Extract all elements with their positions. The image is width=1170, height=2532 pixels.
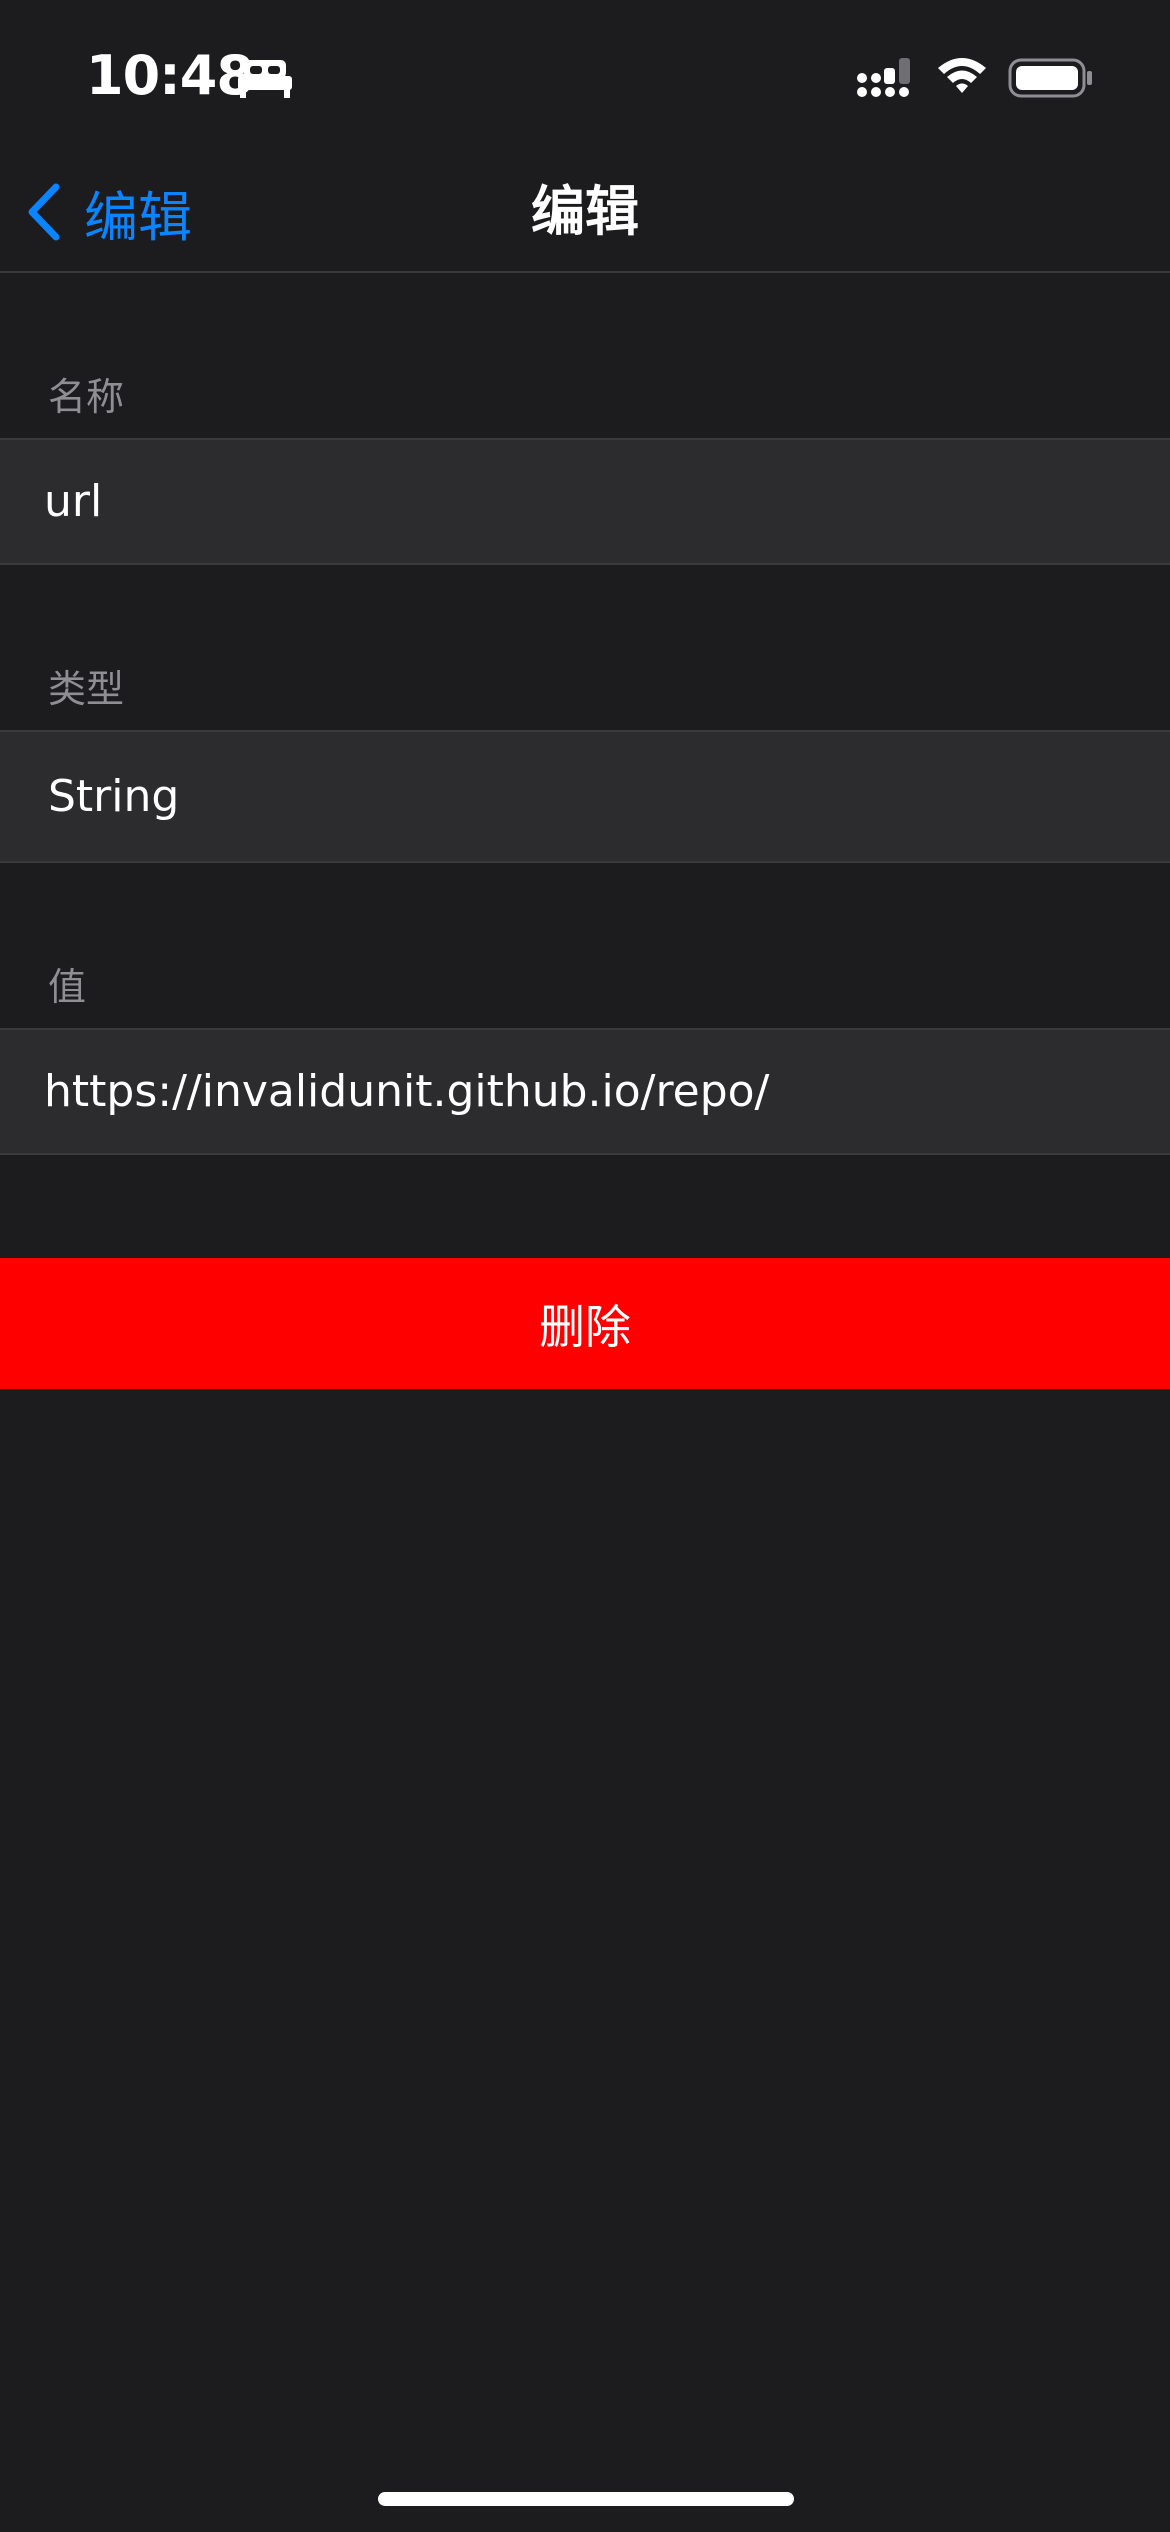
wifi-icon (938, 58, 986, 93)
delete-button[interactable]: 删除 (0, 1258, 1170, 1389)
cellular-signal-icon (857, 58, 910, 97)
delete-button-label: 删除 (539, 1299, 631, 1354)
back-button-label: 编辑 (84, 185, 192, 249)
value-field-row (0, 1028, 1170, 1155)
bed-icon (238, 60, 292, 98)
type-value: String (48, 771, 180, 822)
back-button[interactable]: 编辑 (22, 172, 192, 252)
name-field-row (0, 438, 1170, 565)
battery-icon (1008, 58, 1092, 98)
chevron-left-icon (28, 183, 60, 241)
edit-screen: 10:48 编辑 编辑 名称 url 类型 String 值 https://i… (0, 0, 1170, 2532)
name-section-header: 名称 (48, 375, 125, 419)
type-row[interactable]: String (0, 730, 1170, 863)
value-section-header: 值 (48, 965, 87, 1009)
home-indicator[interactable] (378, 2492, 794, 2506)
navigation-bar: 编辑 编辑 (0, 150, 1170, 273)
value-field[interactable] (44, 1030, 1124, 1153)
name-field[interactable] (44, 440, 1124, 563)
status-time: 10:48 (86, 44, 254, 107)
status-bar: 10:48 (0, 0, 1170, 150)
type-section-header: 类型 (48, 667, 125, 711)
